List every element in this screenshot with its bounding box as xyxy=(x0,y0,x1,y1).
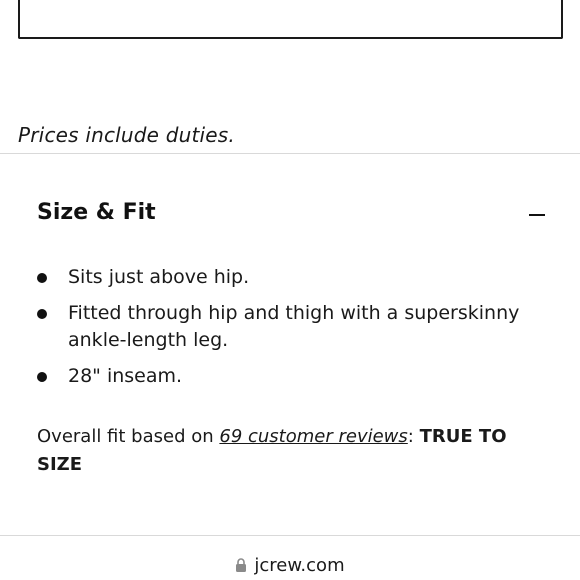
lock-icon xyxy=(236,558,247,572)
minus-icon xyxy=(529,214,545,216)
bullet-icon xyxy=(37,273,47,283)
list-item: 28" inseam. xyxy=(37,363,537,390)
bullet-icon xyxy=(37,309,47,319)
url-text: jcrew.com xyxy=(254,554,345,576)
overall-fit-separator: : xyxy=(407,426,420,447)
list-item: Sits just above hip. xyxy=(37,264,537,291)
fit-detail-text: Sits just above hip. xyxy=(68,266,250,288)
select-box-outline[interactable] xyxy=(18,0,563,39)
overall-fit-summary: Overall fit based on 69 customer reviews… xyxy=(37,423,537,479)
size-fit-heading: Size & Fit xyxy=(37,200,156,225)
browser-url-bar[interactable]: jcrew.com xyxy=(0,553,580,577)
fit-detail-text: 28" inseam. xyxy=(68,365,183,387)
list-item: Fitted through hip and thigh with a supe… xyxy=(37,300,537,354)
prices-note: Prices include duties. xyxy=(18,123,235,147)
section-divider xyxy=(0,153,580,154)
bullet-icon xyxy=(37,372,47,382)
fit-details-list: Sits just above hip. Fitted through hip … xyxy=(37,264,537,399)
collapse-button[interactable] xyxy=(522,203,552,227)
overall-fit-prefix: Overall fit based on xyxy=(37,426,220,447)
fit-detail-text: Fitted through hip and thigh with a supe… xyxy=(68,302,520,351)
browser-divider xyxy=(0,535,580,536)
customer-reviews-link[interactable]: 69 customer reviews xyxy=(219,426,407,447)
